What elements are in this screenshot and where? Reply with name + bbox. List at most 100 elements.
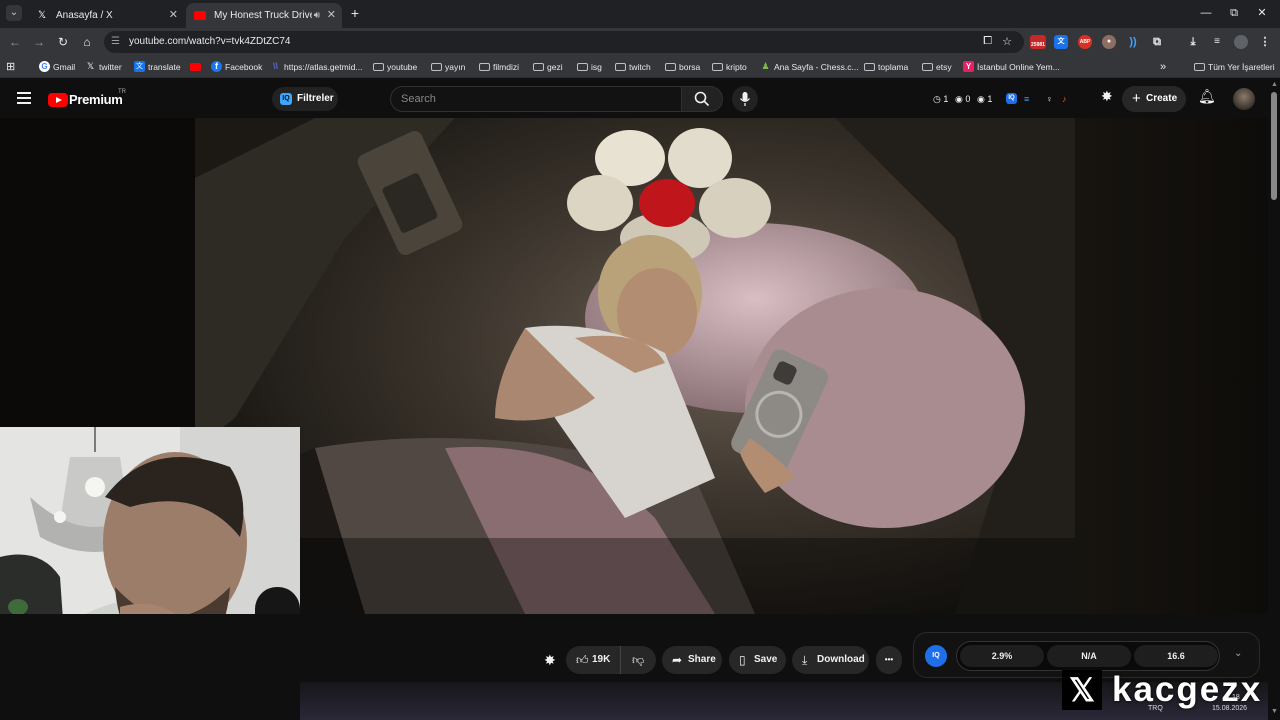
audio-extension-icon[interactable]: )) <box>1126 35 1140 49</box>
folder-icon <box>665 63 676 71</box>
folder-icon <box>922 63 933 71</box>
bookmark-icon: ▯ <box>739 653 746 667</box>
youtube-premium-wordmark[interactable]: Premium <box>69 92 123 107</box>
gemini-ask-button[interactable]: ✸ <box>538 646 564 674</box>
scroll-thumb[interactable] <box>1271 92 1277 200</box>
account-avatar[interactable] <box>1233 88 1255 110</box>
eye-icon: ◉ <box>977 94 985 104</box>
minimize-button[interactable]: — <box>1196 4 1216 22</box>
reload-button[interactable]: ↻ <box>55 34 71 50</box>
bookmark-folder-isg[interactable]: isg <box>577 56 602 78</box>
filters-button[interactable]: IQ Filtreler <box>272 87 338 111</box>
bookmark-folder-kripto[interactable]: kripto <box>712 56 747 78</box>
restore-button[interactable]: ⧉ <box>1224 4 1244 22</box>
bookmark-star-icon[interactable]: ☆ <box>1002 35 1012 48</box>
hamburger-menu-icon[interactable] <box>17 92 31 104</box>
new-tab-button[interactable]: + <box>346 4 364 22</box>
bookmark-folder-youtube[interactable]: youtube <box>373 56 417 78</box>
bookmarks-overflow-chevron[interactable]: » <box>1160 56 1166 78</box>
download-icon[interactable]: ⤓ <box>1186 35 1200 49</box>
thumbs-up-icon: 👍︎ <box>576 653 589 667</box>
create-button[interactable]: + Create <box>1122 86 1186 112</box>
adblock-plus-icon[interactable]: ABP <box>1078 35 1092 49</box>
bookmark-facebook[interactable]: f Facebook <box>211 56 262 78</box>
bookmark-translate[interactable]: 文 translate <box>134 56 181 78</box>
translate-icon: 文 <box>134 61 145 72</box>
bookmark-istanbul-yemek[interactable]: Y İstanbul Online Yem... <box>963 56 1060 78</box>
address-bar[interactable]: ☰ youtube.com/watch?v=tvk4ZDtZC74 ⧠ ☆ <box>104 31 1024 53</box>
cast-icon[interactable]: ⧠ <box>983 35 992 48</box>
close-window-button[interactable]: ✕ <box>1252 4 1272 22</box>
iq-logo-icon[interactable]: IQ <box>925 645 947 667</box>
more-actions-button[interactable]: ••• <box>876 646 902 674</box>
more-horizontal-icon: ••• <box>884 655 894 664</box>
bookmark-folder-toplama[interactable]: toplama <box>864 56 908 78</box>
all-bookmarks-folder[interactable]: Tüm Yer İşaretleri <box>1194 56 1275 78</box>
award-icon[interactable]: ♀ <box>1046 93 1053 105</box>
close-tab-icon[interactable]: ✕ <box>169 3 178 28</box>
iq-extension-icon[interactable]: IQ <box>1006 93 1017 104</box>
bookmark-folder-borsa[interactable]: borsa <box>665 56 700 78</box>
close-tab-icon[interactable]: ✕ <box>327 3 336 28</box>
voice-search-button[interactable] <box>732 86 758 112</box>
player-letterbox-right <box>1075 118 1268 614</box>
x-logo-icon: 𝕏 <box>1062 670 1102 710</box>
iq-metrics-box: 2.9% N/A 16.6 <box>956 641 1220 671</box>
save-button[interactable]: ▯ Save <box>729 646 786 674</box>
extensions-puzzle-icon[interactable]: ⧉ <box>1150 35 1164 49</box>
home-button[interactable]: ⌂ <box>79 34 95 50</box>
back-button[interactable]: ← <box>7 34 23 50</box>
page-scrollbar[interactable]: ▲ ▼ <box>1268 78 1280 720</box>
folder-icon <box>864 63 875 71</box>
apps-grid-icon[interactable]: ⊞ <box>6 56 15 78</box>
bookmark-folder-etsy[interactable]: etsy <box>922 56 952 78</box>
bookmark-chess[interactable]: ♟ Ana Sayfa - Chess.c... <box>760 56 858 78</box>
thumbs-down-icon: 👎︎ <box>632 653 645 667</box>
chrome-menu-icon[interactable]: ⋮ <box>1258 35 1272 49</box>
notification-off-icon[interactable]: ♪ <box>1062 93 1067 105</box>
extension-badge-icon[interactable]: 25981 <box>1030 35 1046 49</box>
plus-icon: + <box>1132 90 1141 107</box>
folder-icon <box>615 63 626 71</box>
tab-x-home[interactable]: 𝕏 Anasayfa / X ✕ <box>28 3 184 28</box>
reading-list-icon[interactable]: ≡ <box>1210 35 1224 49</box>
speaker-icon[interactable]: 🔊︎ <box>314 3 320 28</box>
tab-search-button[interactable]: ⌄ <box>6 5 22 21</box>
bookmark-atlas[interactable]: \\ https://atlas.getmid... <box>270 56 362 78</box>
share-button[interactable]: ➦ Share <box>662 646 722 674</box>
tray-language[interactable]: TRQ <box>1148 705 1163 712</box>
profile-avatar[interactable] <box>1234 35 1248 49</box>
views-stat: ◉ 0 <box>955 94 971 104</box>
scroll-down-arrow[interactable]: ▼ <box>1271 708 1278 715</box>
region-code: TR <box>118 89 126 95</box>
tab-title: My Honest Truck Driver Rou <box>214 10 312 21</box>
list-icon[interactable]: ≡ <box>1024 93 1029 105</box>
bell-icon[interactable]: 🔔︎ <box>1198 89 1216 103</box>
forward-button[interactable]: → <box>31 34 47 50</box>
youtube-logo-icon[interactable] <box>48 93 68 107</box>
bookmark-folder-filmdizi[interactable]: filmdizi <box>479 56 519 78</box>
site-settings-icon[interactable]: ☰ <box>111 36 120 48</box>
video-player[interactable] <box>195 118 1075 614</box>
bookmark-twitter[interactable]: 𝕏 twitter <box>85 56 122 78</box>
scroll-up-arrow[interactable]: ▲ <box>1271 81 1278 88</box>
gemini-sparkle-icon[interactable]: ✸ <box>1101 89 1113 103</box>
tab-youtube-video[interactable]: My Honest Truck Driver Rou 🔊︎ ✕ <box>186 3 342 28</box>
bookmark-folder-yayin[interactable]: yayın <box>431 56 465 78</box>
bookmark-youtube[interactable] <box>190 56 201 78</box>
chevron-down-icon[interactable]: ⌄ <box>1234 648 1242 659</box>
bookmark-folder-twitch[interactable]: twitch <box>615 56 651 78</box>
bookmark-folder-gezi[interactable]: gezi <box>533 56 563 78</box>
gemini-sparkle-icon: ✸ <box>544 652 556 668</box>
url-text[interactable]: youtube.com/watch?v=tvk4ZDtZC74 <box>129 31 290 53</box>
cookie-extension-icon[interactable]: ● <box>1102 35 1116 49</box>
search-button[interactable] <box>681 86 723 112</box>
dislike-button[interactable]: 👎︎ <box>622 646 656 674</box>
download-button[interactable]: ⤓ Download <box>792 646 869 674</box>
folder-icon <box>577 63 588 71</box>
like-button[interactable]: 👍︎ 19K <box>566 646 621 674</box>
translate-extension-icon[interactable]: 文 <box>1054 35 1068 49</box>
share-icon: ➦ <box>672 653 683 667</box>
search-input[interactable]: Search <box>390 86 682 112</box>
bookmark-gmail[interactable]: G Gmail <box>39 56 75 78</box>
